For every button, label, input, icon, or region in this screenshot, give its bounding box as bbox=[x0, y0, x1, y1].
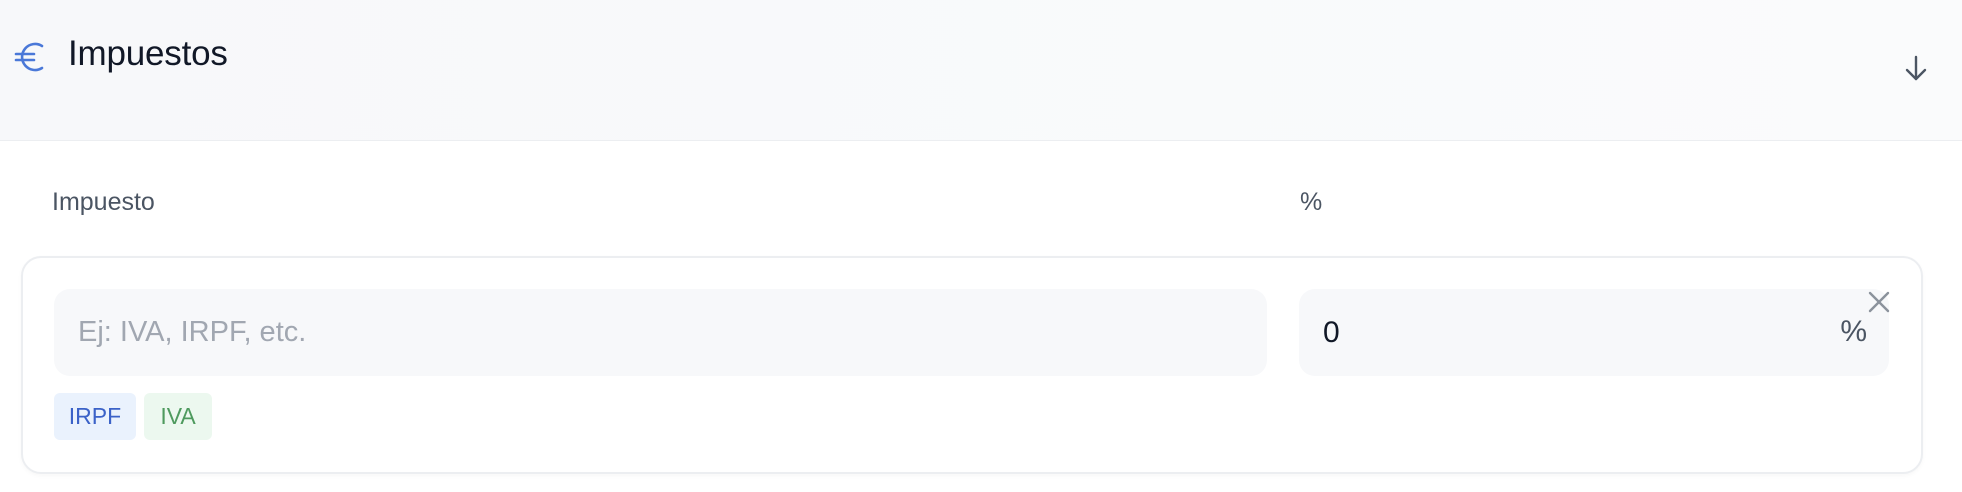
percent-suffix: % bbox=[1840, 315, 1867, 348]
close-icon[interactable] bbox=[1864, 287, 1894, 317]
percent-field-wrapper: % bbox=[1299, 289, 1889, 376]
column-header-tax: Impuesto bbox=[52, 188, 155, 216]
section-header[interactable]: Impuestos bbox=[0, 0, 1962, 141]
suggestion-chip-irpf[interactable]: IRPF bbox=[54, 393, 136, 440]
suggestion-chip-iva[interactable]: IVA bbox=[144, 393, 212, 440]
column-header-percent: % bbox=[1300, 188, 1323, 216]
euro-icon bbox=[14, 42, 44, 72]
tax-name-input[interactable] bbox=[54, 289, 1267, 376]
tax-percent-input[interactable] bbox=[1299, 289, 1799, 376]
section-title: Impuestos bbox=[68, 34, 228, 73]
arrow-down-icon[interactable] bbox=[1900, 52, 1932, 84]
